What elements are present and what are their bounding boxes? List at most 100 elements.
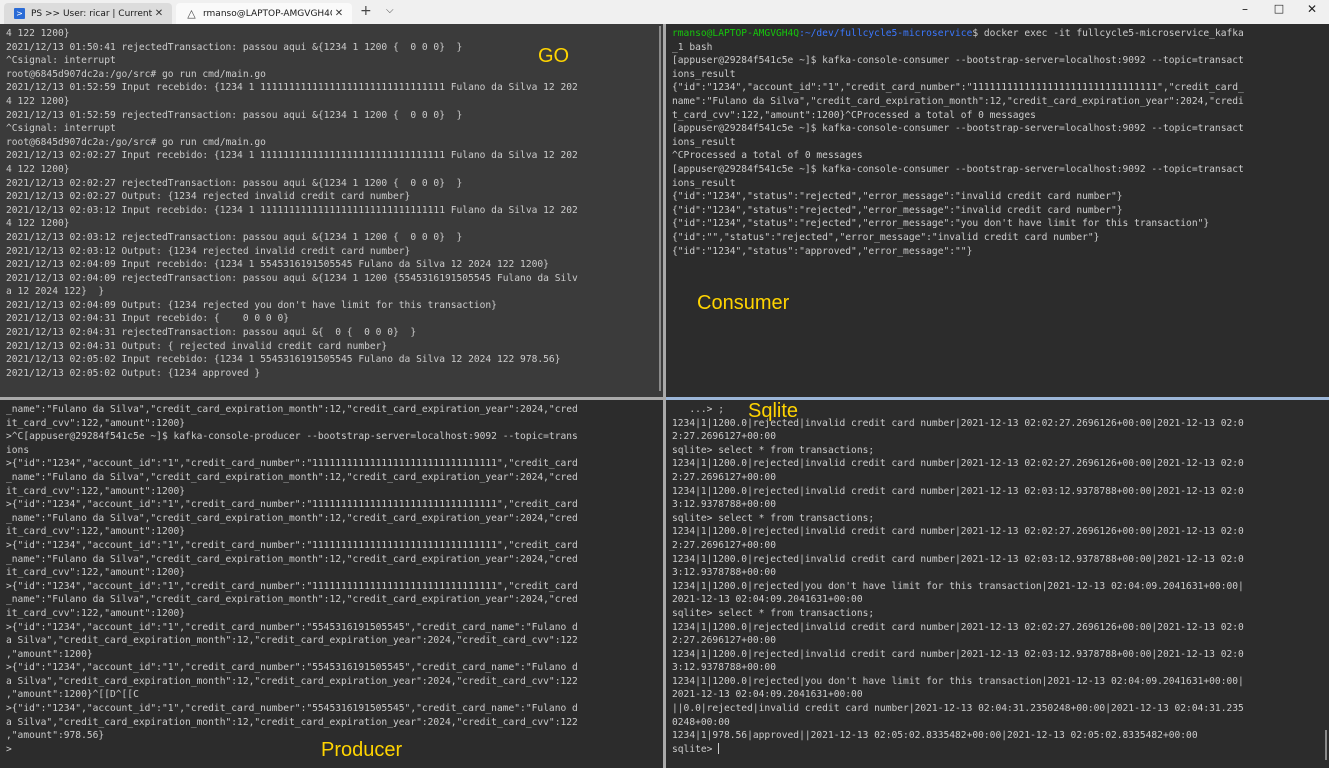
terminal-line: 1234|1|1200.0|rejected|you don't have li… xyxy=(672,675,1244,687)
terminal-line: 1234|1|1200.0|rejected|invalid credit ca… xyxy=(672,553,1244,565)
terminal-line: _1 bash xyxy=(672,41,713,53)
terminal-line: ions_result xyxy=(672,177,736,189)
terminal-line: ions_result xyxy=(672,68,736,80)
terminal-line: >^C[appuser@29284f541c5e ~]$ kafka-conso… xyxy=(6,431,578,443)
prompt-user: rmanso@LAPTOP-AMGVGH4Q xyxy=(672,28,800,39)
terminal-line: it_card_cvv":122,"amount":1200} xyxy=(6,607,186,619)
terminal-output: rmanso@LAPTOP-AMGVGH4Q:~/dev/fullcycle5-… xyxy=(672,27,1323,258)
sqlite-terminal-pane[interactable]: ...> ; 1234|1|1200.0|rejected|invalid cre… xyxy=(666,400,1329,768)
terminal-line: 1234|1|1200.0|rejected|invalid credit ca… xyxy=(672,458,1244,470)
terminal-line: 2021/12/13 02:02:27 Output: {1234 reject… xyxy=(6,191,411,203)
terminal-line: sqlite> xyxy=(672,743,720,755)
new-tab-button[interactable]: + xyxy=(360,3,372,19)
tab-powershell[interactable]: > PS >> User: ricar | Current DIR: ✕ xyxy=(4,3,172,24)
terminal-line: 1234|1|1200.0|rejected|invalid credit ca… xyxy=(672,485,1244,497)
title-bar: > PS >> User: ricar | Current DIR: ✕ △ r… xyxy=(0,0,1329,24)
terminal-line: {"id":"","status":"rejected","error_mess… xyxy=(672,231,1100,243)
terminal-line: _name":"Fulano da Silva","credit_card_ex… xyxy=(6,404,578,415)
terminal-line: 2021/12/13 02:04:31 Output: { rejected i… xyxy=(6,340,388,352)
terminal-line: >{"id":"1234","account_id":"1","credit_c… xyxy=(6,703,578,715)
terminal-line: 2021/12/13 01:52:59 Input recebido: {123… xyxy=(6,82,578,94)
prompt-command: $ docker exec -it fullcycle5-microservic… xyxy=(972,28,1244,39)
go-terminal-pane[interactable]: 4 122 1200} 2021/12/13 01:50:41 rejectedT… xyxy=(0,24,663,397)
terminal-line: 2021/12/13 02:02:27 Input recebido: {123… xyxy=(6,150,578,162)
minimize-button[interactable]: – xyxy=(1230,2,1260,16)
terminal-line: root@6845d907dc2a:/go/src# go run cmd/ma… xyxy=(6,136,266,148)
scrollbar[interactable] xyxy=(659,26,661,391)
terminal-line: 2021/12/13 02:05:02 Input recebido: {123… xyxy=(6,354,561,366)
terminal-line: >{"id":"1234","account_id":"1","credit_c… xyxy=(6,458,578,470)
terminal-line: it_card_cvv":122,"amount":1200} xyxy=(6,485,186,497)
terminal-line: >{"id":"1234","account_id":"1","credit_c… xyxy=(6,499,578,511)
terminal-line: 2:27.2696127+00:00 xyxy=(672,635,776,647)
terminal-line: [appuser@29284f541c5e ~]$ kafka-console-… xyxy=(672,55,1244,67)
terminal-line: {"id":"1234","status":"rejected","error_… xyxy=(672,191,1123,203)
linux-penguin-icon: △ xyxy=(187,7,196,20)
terminal-line: ^CProcessed a total of 0 messages xyxy=(672,150,863,162)
terminal-line: t_card_cvv":122,"amount":1200}^CProcesse… xyxy=(672,109,1036,121)
producer-label: Producer xyxy=(321,739,403,761)
terminal-line: name":"Fulano da Silva","credit_card_exp… xyxy=(672,95,1244,107)
terminal-line: {"id":"1234","status":"rejected","error_… xyxy=(672,204,1123,216)
maximize-button[interactable]: □ xyxy=(1264,2,1294,15)
terminal-line: _name":"Fulano da Silva","credit_card_ex… xyxy=(6,553,578,565)
terminal-line: ||0.0|rejected|invalid credit card numbe… xyxy=(672,703,1244,715)
terminal-line: a Silva","credit_card_expiration_month":… xyxy=(6,675,578,687)
terminal-line: 1234|1|1200.0|rejected|you don't have li… xyxy=(672,580,1244,592)
terminal-line: 3:12.9378788+00:00 xyxy=(672,499,776,511)
terminal-line: 2:27.2696127+00:00 xyxy=(672,539,776,551)
terminal-line: 2021/12/13 02:04:09 Input recebido: {123… xyxy=(6,259,549,271)
text-cursor xyxy=(718,743,720,755)
terminal-line: _name":"Fulano da Silva","credit_card_ex… xyxy=(6,512,578,524)
prompt-path: :~/dev/fullcycle5-microservice xyxy=(799,28,973,39)
terminal-line: 2:27.2696127+00:00 xyxy=(672,431,776,443)
terminal-line: 2021/12/13 02:04:31 rejectedTransaction:… xyxy=(6,327,417,339)
terminal-line: ,"amount":1200}^[[D^[[C xyxy=(6,689,139,701)
terminal-line: ions xyxy=(6,444,30,456)
terminal-line: 2021/12/13 02:05:02 Output: {1234 approv… xyxy=(6,367,261,379)
pane-divider-vertical[interactable] xyxy=(663,24,666,768)
tab-label: PS >> User: ricar | Current DIR: xyxy=(31,8,152,19)
terminal-output: ...> ; 1234|1|1200.0|rejected|invalid cre… xyxy=(672,403,1323,756)
terminal-line: [appuser@29284f541c5e ~]$ kafka-console-… xyxy=(672,163,1244,175)
terminal-line: 1234|1|1200.0|rejected|invalid credit ca… xyxy=(672,648,1244,660)
terminal-line: {"id":"1234","status":"rejected","error_… xyxy=(672,218,1210,230)
terminal-output: _name":"Fulano da Silva","credit_card_ex… xyxy=(6,403,657,756)
terminal-line: 4 122 1200} xyxy=(6,218,70,230)
terminal-line: 2:27.2696127+00:00 xyxy=(672,471,776,483)
tab-dropdown-button[interactable]: ⌵ xyxy=(386,5,394,16)
scrollbar[interactable] xyxy=(1325,730,1327,760)
consumer-terminal-pane[interactable]: rmanso@LAPTOP-AMGVGH4Q:~/dev/fullcycle5-… xyxy=(666,24,1329,397)
terminal-line: 4 122 1200} xyxy=(6,163,70,175)
terminal-line: [appuser@29284f541c5e ~]$ kafka-console-… xyxy=(672,123,1244,135)
terminal-line: 2021/12/13 02:03:12 Input recebido: {123… xyxy=(6,204,578,216)
consumer-label: Consumer xyxy=(697,292,790,314)
terminal-line: >{"id":"1234","account_id":"1","credit_c… xyxy=(6,621,578,633)
terminal-line: root@6845d907dc2a:/go/src# go run cmd/ma… xyxy=(6,68,266,80)
producer-terminal-pane[interactable]: _name":"Fulano da Silva","credit_card_ex… xyxy=(0,400,663,768)
terminal-line: 2021/12/13 02:02:27 rejectedTransaction:… xyxy=(6,177,463,189)
terminal-line: 2021-12-13 02:04:09.2041631+00:00 xyxy=(672,689,863,701)
terminal-line: ions_result xyxy=(672,136,736,148)
terminal-line: 4 122 1200} xyxy=(6,95,70,107)
terminal-line: a Silva","credit_card_expiration_month":… xyxy=(6,716,578,728)
terminal-line: _name":"Fulano da Silva","credit_card_ex… xyxy=(6,594,578,606)
terminal-line: it_card_cvv":122,"amount":1200} xyxy=(6,567,186,579)
close-window-button[interactable]: ✕ xyxy=(1297,2,1327,16)
close-icon[interactable]: ✕ xyxy=(152,8,166,19)
terminal-line: ,"amount":1200} xyxy=(6,648,93,660)
terminal-line: 3:12.9378788+00:00 xyxy=(672,567,776,579)
go-label: GO xyxy=(538,45,570,67)
terminal-line: ^Csignal: interrupt xyxy=(6,123,116,135)
terminal-line: it_card_cvv":122,"amount":1200} xyxy=(6,526,186,538)
terminal-line: >{"id":"1234","account_id":"1","credit_c… xyxy=(6,580,578,592)
terminal-line: a Silva","credit_card_expiration_month":… xyxy=(6,635,578,647)
terminal-line: 2021-12-13 02:04:09.2041631+00:00 xyxy=(672,594,863,606)
terminal-line: it_card_cvv":122,"amount":1200} xyxy=(6,417,186,429)
close-icon[interactable]: ✕ xyxy=(332,8,346,19)
sqlite-label: Sqlite xyxy=(748,400,799,422)
terminal-line: 2021/12/13 02:03:12 Output: {1234 reject… xyxy=(6,245,411,257)
tab-wsl[interactable]: △ rmanso@LAPTOP-AMGVGH4Q: ✕ xyxy=(176,3,352,24)
terminal-line: 1234|1|978.56|approved||2021-12-13 02:05… xyxy=(672,730,1198,742)
terminal-line: _name":"Fulano da Silva","credit_card_ex… xyxy=(6,471,578,483)
